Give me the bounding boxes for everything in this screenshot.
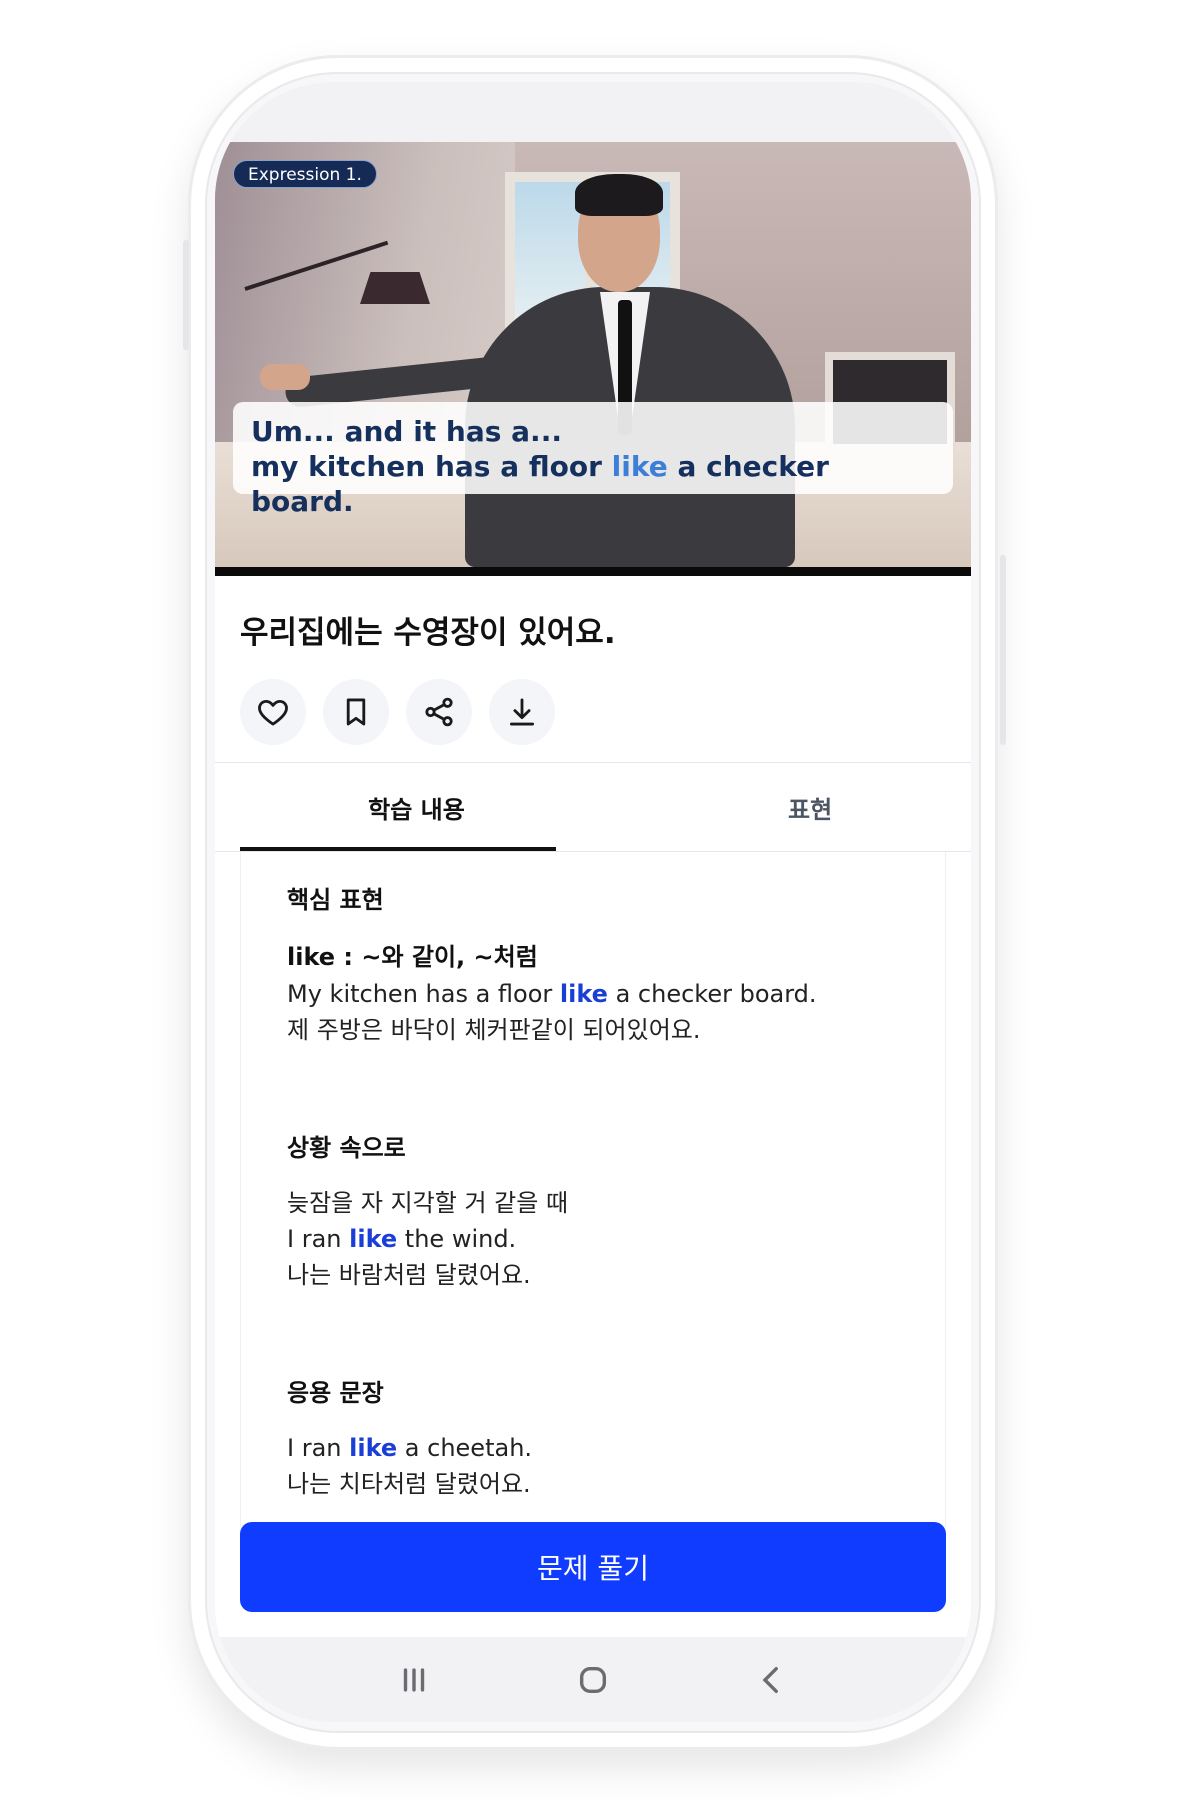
subtitle-line-1: Um... and it has a... — [251, 415, 562, 448]
example-text: I ran — [287, 1225, 350, 1253]
applied-example: I ran like a cheetah. — [287, 1430, 945, 1466]
situation-heading: 상황 속으로 — [287, 1134, 406, 1162]
status-bar — [215, 82, 971, 142]
example-highlight: like — [349, 1434, 398, 1462]
bookmark-button[interactable] — [323, 679, 389, 745]
core-translation: 제 주방은 바닥이 체커판같이 되어있어요. — [287, 1016, 701, 1044]
presenter-hair — [575, 174, 663, 216]
example-text: a checker board. — [607, 980, 817, 1008]
action-row — [240, 679, 555, 745]
core-example: My kitchen has a floor like a checker bo… — [287, 976, 945, 1012]
page-title: 우리집에는 수영장이 있어요. — [240, 615, 616, 651]
phone-screen: Expression 1. Um... and it has a... my k… — [215, 82, 971, 1722]
download-button[interactable] — [489, 679, 555, 745]
applied-sentence-heading: 응용 문장 — [287, 1379, 384, 1407]
download-icon — [509, 698, 535, 726]
tab-study-content[interactable]: 학습 내용 — [240, 763, 593, 851]
example-text: My kitchen has a floor — [287, 980, 560, 1008]
example-text: I ran — [287, 1434, 350, 1462]
study-content-panel: 핵심 표현 like : ~와 같이, ~처럼 My kitchen has a… — [240, 852, 946, 1527]
video-player[interactable]: Expression 1. Um... and it has a... my k… — [215, 142, 971, 567]
like-button[interactable] — [240, 679, 306, 745]
recent-apps-button[interactable] — [392, 1658, 436, 1702]
subtitle-text: my kitchen has a floor — [251, 450, 612, 483]
power-button — [1000, 555, 1006, 745]
volume-button — [183, 240, 189, 350]
subtitle-highlight: like — [611, 450, 668, 483]
example-text: the wind. — [397, 1225, 517, 1253]
applied-translation: 나는 치타처럼 달렸어요. — [287, 1470, 531, 1498]
video-subtitle: Um... and it has a... my kitchen has a f… — [233, 402, 953, 518]
core-expression-heading: 핵심 표현 — [287, 886, 384, 914]
situation-translation: 나는 바람처럼 달렸어요. — [287, 1261, 531, 1289]
back-icon — [762, 1666, 778, 1693]
subtitle-line-2: my kitchen has a floor like a checker bo… — [251, 449, 935, 519]
home-button[interactable] — [571, 1658, 615, 1702]
heart-icon — [258, 699, 288, 726]
tab-expressions[interactable]: 표현 — [593, 763, 946, 851]
share-icon — [425, 697, 453, 727]
video-progress-bar[interactable] — [215, 567, 971, 576]
recent-apps-icon — [404, 1667, 425, 1692]
solve-quiz-button[interactable]: 문제 풀기 — [240, 1522, 946, 1612]
bookmark-icon — [346, 698, 366, 726]
video-scene-lamp-shade — [360, 272, 430, 304]
example-highlight: like — [349, 1225, 398, 1253]
back-button[interactable] — [750, 1658, 794, 1702]
situation-example: I ran like the wind. — [287, 1221, 945, 1257]
situation-context: 늦잠을 자 지각할 거 같을 때 — [287, 1189, 569, 1217]
keyword-definition: like : ~와 같이, ~처럼 — [287, 943, 538, 971]
tab-bar: 학습 내용 표현 — [240, 763, 946, 851]
system-nav-bar — [215, 1637, 971, 1722]
example-highlight: like — [559, 980, 608, 1008]
example-text: a cheetah. — [397, 1434, 533, 1462]
presenter-hand — [260, 364, 310, 390]
share-button[interactable] — [406, 679, 472, 745]
home-icon — [579, 1666, 607, 1693]
expression-badge: Expression 1. — [233, 160, 377, 188]
